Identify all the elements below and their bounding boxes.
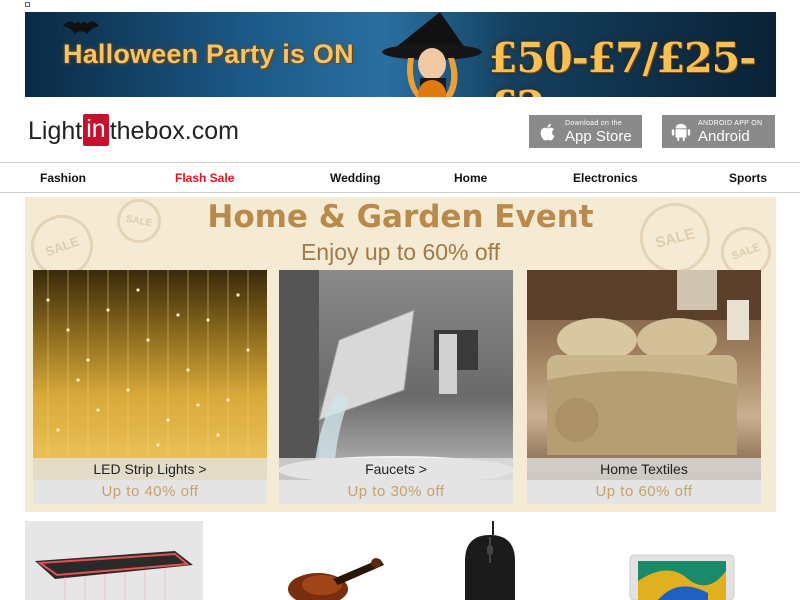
appstore-small-text: Download on the	[565, 119, 623, 127]
category-card-faucets[interactable]: Faucets > Up to 30% off	[279, 270, 513, 504]
site-logo[interactable]: Light in thebox.com	[28, 112, 239, 146]
faucet-image	[279, 270, 513, 480]
card-label: Home Textiles	[527, 458, 761, 480]
halloween-banner[interactable]: Halloween Party is ON £50-£7/£25-£2	[25, 12, 776, 97]
android-small-text: ANDROID APP ON	[698, 119, 763, 127]
apple-icon	[540, 123, 555, 141]
tablet-product-image[interactable]	[628, 521, 736, 600]
nav-item-fashion[interactable]: Fashion	[40, 171, 86, 185]
card-discount: Up to 30% off	[279, 480, 513, 504]
nav-item-home[interactable]: Home	[454, 171, 487, 185]
shower-head-product-image[interactable]	[25, 521, 203, 600]
logo-in: in	[83, 114, 109, 146]
loading-indicator	[25, 2, 30, 7]
card-discount: Up to 60% off	[527, 480, 761, 504]
nav-item-sports[interactable]: Sports	[729, 171, 767, 185]
card-label: LED Strip Lights >	[33, 458, 267, 480]
android-button[interactable]: ANDROID APP ON Android	[662, 115, 775, 148]
logo-light: Light	[28, 117, 83, 145]
card-label: Faucets >	[279, 458, 513, 480]
nav-item-wedding[interactable]: Wedding	[330, 171, 380, 185]
event-subtitle: Enjoy up to 60% off	[300, 239, 501, 265]
home-textiles-image	[527, 270, 761, 480]
bat-icon	[63, 21, 99, 34]
app-store-button[interactable]: Download on the App Store	[529, 115, 642, 148]
android-big-text: Android	[698, 127, 750, 145]
logo-rest: thebox.com	[109, 117, 239, 145]
nav-item-flash-sale[interactable]: Flash Sale	[175, 171, 234, 185]
category-card-textiles[interactable]: Home Textiles Up to 60% off	[527, 270, 761, 504]
category-card-led[interactable]: LED Strip Lights > Up to 40% off	[33, 270, 267, 504]
banner-headline: Halloween Party is ON	[63, 39, 354, 69]
gaming-mouse-product-image[interactable]	[457, 521, 523, 600]
android-icon	[671, 123, 691, 141]
main-nav: Fashion Flash Sale Wedding Home Electron…	[0, 162, 800, 193]
led-strip-lights-image	[33, 270, 267, 480]
event-title: Home & Garden Event	[207, 199, 594, 235]
nav-item-electronics[interactable]: Electronics	[573, 171, 638, 185]
card-discount: Up to 40% off	[33, 480, 267, 504]
violin-product-image[interactable]	[288, 521, 388, 600]
appstore-big-text: App Store	[565, 127, 632, 145]
witch-illustration	[382, 12, 482, 97]
banner-offer: £50-£7/£25-£2	[489, 34, 756, 97]
